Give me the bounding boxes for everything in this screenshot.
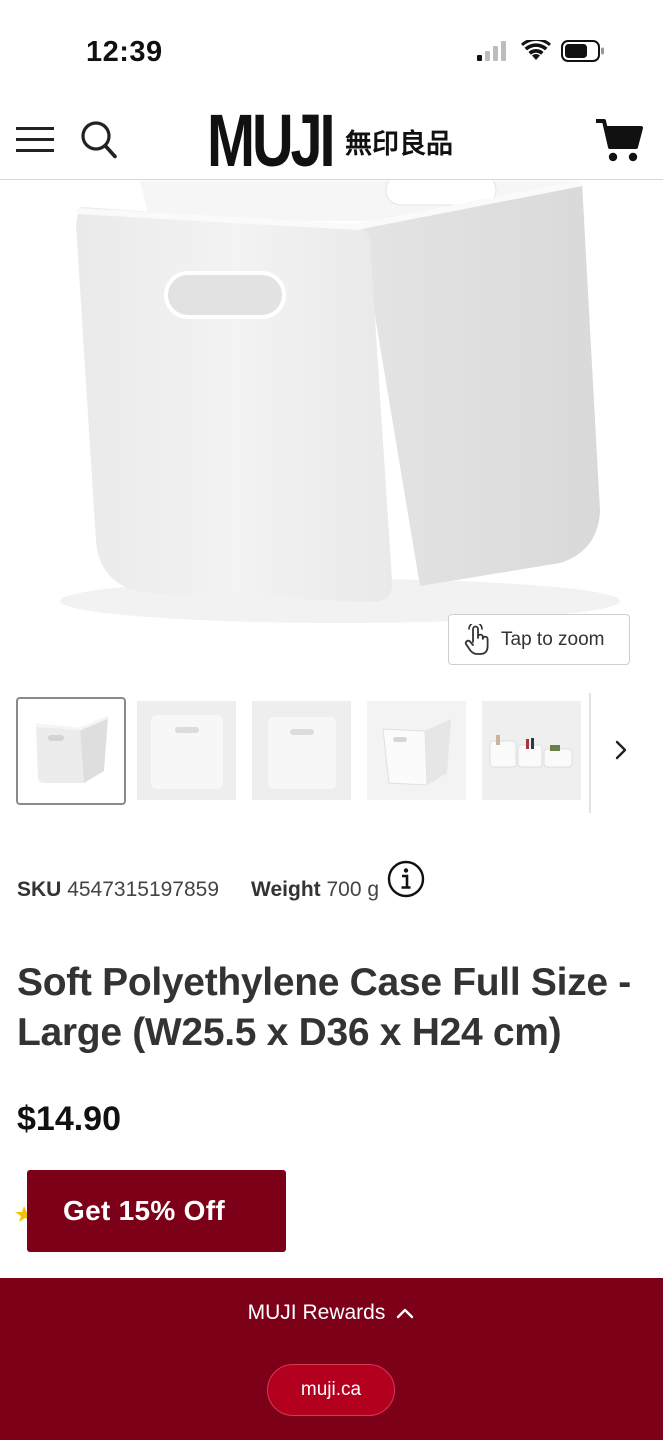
thumbnail-strip: [16, 693, 646, 813]
product-meta: SKU 4547315197859 Weight 700 g: [17, 860, 425, 902]
rewards-label: MUJI Rewards: [247, 1301, 386, 1324]
url-pill[interactable]: muji.ca: [267, 1364, 395, 1416]
menu-icon[interactable]: [16, 123, 54, 155]
rewards-bar: MUJI Rewards muji.ca: [0, 1278, 663, 1440]
thumbnail-4[interactable]: [367, 701, 466, 800]
storage-case-image: [60, 181, 620, 623]
sku-value: 4547315197859: [67, 878, 220, 901]
info-icon[interactable]: [387, 860, 425, 898]
tap-hand-icon: [464, 623, 489, 655]
thumbnail-divider: [589, 693, 591, 813]
logo-wordmark: MUJI: [207, 99, 336, 182]
cellular-signal-icon: [477, 41, 506, 61]
wifi-icon: [521, 40, 551, 60]
thumbnail-1[interactable]: [16, 697, 126, 805]
weight-label: Weight: [251, 878, 321, 901]
battery-icon: [561, 40, 604, 62]
cart-icon[interactable]: [594, 116, 644, 164]
status-time: 12:39: [86, 36, 163, 68]
search-icon[interactable]: [80, 120, 118, 160]
thumbnail-2[interactable]: [137, 701, 236, 800]
thumbnail-3[interactable]: [252, 701, 351, 800]
tap-to-zoom-button[interactable]: Tap to zoom: [448, 614, 630, 665]
status-icons: [477, 40, 605, 62]
tap-to-zoom-label: Tap to zoom: [501, 628, 605, 650]
status-bar: 12:39: [0, 0, 663, 100]
product-image[interactable]: [0, 181, 663, 675]
chevron-right-icon[interactable]: [610, 735, 634, 765]
site-header: MUJI 無印良品: [0, 100, 663, 180]
get-discount-button[interactable]: Get 15% Off: [27, 1170, 286, 1252]
logo-japanese: 無印良品: [345, 128, 453, 160]
thumbnail-5[interactable]: [482, 701, 581, 800]
sku-label: SKU: [17, 878, 62, 901]
product-price: $14.90: [17, 1100, 121, 1138]
muji-logo[interactable]: MUJI 無印良品: [207, 99, 453, 182]
weight-value: 700 g: [326, 878, 380, 901]
chevron-up-icon: [397, 1308, 414, 1319]
rewards-toggle[interactable]: MUJI Rewards: [0, 1296, 663, 1330]
product-title: Soft Polyethylene Case Full Size - Large…: [17, 961, 631, 1054]
